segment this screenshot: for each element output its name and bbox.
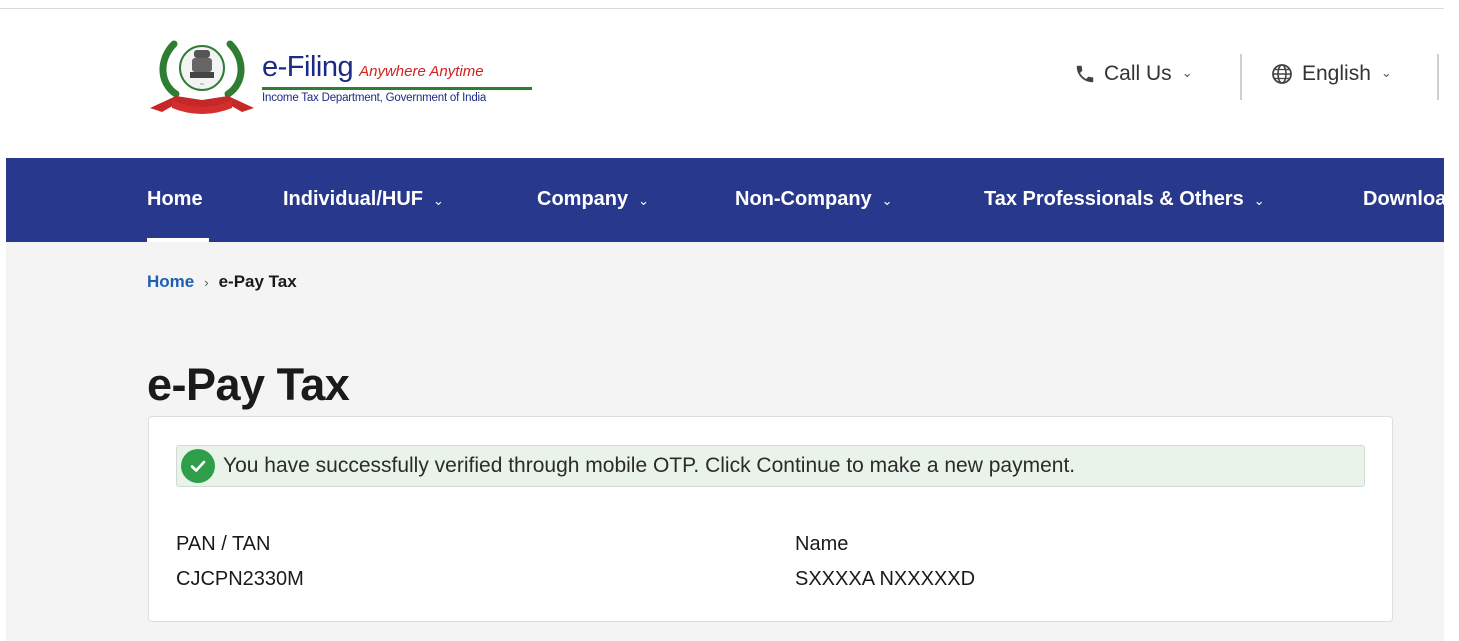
pan-label: PAN / TAN (176, 533, 271, 555)
chevron-down-icon: ⌄ (1253, 192, 1265, 208)
nav-item-downloads[interactable]: Downloa (1363, 188, 1444, 211)
name-label: Name (795, 533, 849, 555)
alert-message: You have successfully verified through m… (223, 454, 1076, 477)
pan-value: CJCPN2330M (176, 568, 304, 590)
nav-item-home[interactable]: Home (147, 188, 203, 211)
logo-text: e-Filing Anywhere Anytime Income Tax Dep… (262, 51, 532, 104)
nav-item-non-company[interactable]: Non-Company ⌄ (735, 188, 893, 211)
language-selector[interactable]: English ⌄ (1270, 62, 1392, 86)
payment-details-card: You have successfully verified through m… (148, 416, 1393, 622)
nav-item-company[interactable]: Company ⌄ (537, 188, 649, 211)
call-us-menu[interactable]: Call Us ⌄ (1074, 62, 1193, 86)
call-us-label: Call Us (1104, 62, 1172, 85)
chevron-down-icon: ⌄ (881, 192, 893, 208)
nav-item-label: Tax Professionals & Others (984, 188, 1244, 210)
globe-icon (1272, 64, 1292, 84)
main-nav: Home Individual/HUF ⌄ Company ⌄ Non-Comp… (6, 158, 1444, 242)
breadcrumb-home-link[interactable]: Home (147, 272, 194, 292)
logo-tagline: Anywhere Anytime (359, 62, 484, 80)
svg-text:~: ~ (199, 81, 204, 88)
main-content: Home › e-Pay Tax e-Pay Tax You have succ… (6, 242, 1444, 641)
nav-item-label: Company (537, 188, 629, 210)
chevron-right-icon: › (204, 274, 209, 290)
phone-icon (1076, 65, 1094, 83)
logo-rule (262, 86, 532, 90)
check-circle-icon (181, 449, 215, 483)
breadcrumb: Home › e-Pay Tax (147, 272, 297, 292)
language-label: English (1302, 62, 1371, 85)
header-divider (1437, 54, 1439, 100)
header-divider (1240, 54, 1242, 100)
logo-title: e-Filing (262, 50, 354, 83)
chevron-down-icon: ⌄ (1380, 65, 1392, 80)
chevron-down-icon: ⌄ (638, 192, 650, 208)
chevron-down-icon: ⌄ (1181, 65, 1193, 80)
nav-item-label: Individual/HUF (283, 188, 423, 210)
breadcrumb-current: e-Pay Tax (218, 272, 297, 291)
logo-department: Income Tax Department, Government of Ind… (262, 91, 487, 104)
nav-item-label: Non-Company (735, 188, 872, 210)
nav-item-individual-huf[interactable]: Individual/HUF ⌄ (283, 188, 444, 211)
page-title: e-Pay Tax (147, 359, 350, 410)
efiling-logo[interactable]: ~ e-Filing Anywhere Anytime Income Tax D… (146, 34, 546, 120)
nav-item-tax-professionals[interactable]: Tax Professionals & Others ⌄ (984, 188, 1265, 211)
name-value: SXXXXA NXXXXXD (795, 568, 976, 590)
nav-item-label: Home (147, 188, 203, 210)
chevron-down-icon: ⌄ (433, 192, 444, 208)
emblem-icon: ~ (150, 40, 254, 114)
success-alert: You have successfully verified through m… (176, 445, 1365, 487)
nav-item-label: Downloa (1363, 188, 1444, 210)
